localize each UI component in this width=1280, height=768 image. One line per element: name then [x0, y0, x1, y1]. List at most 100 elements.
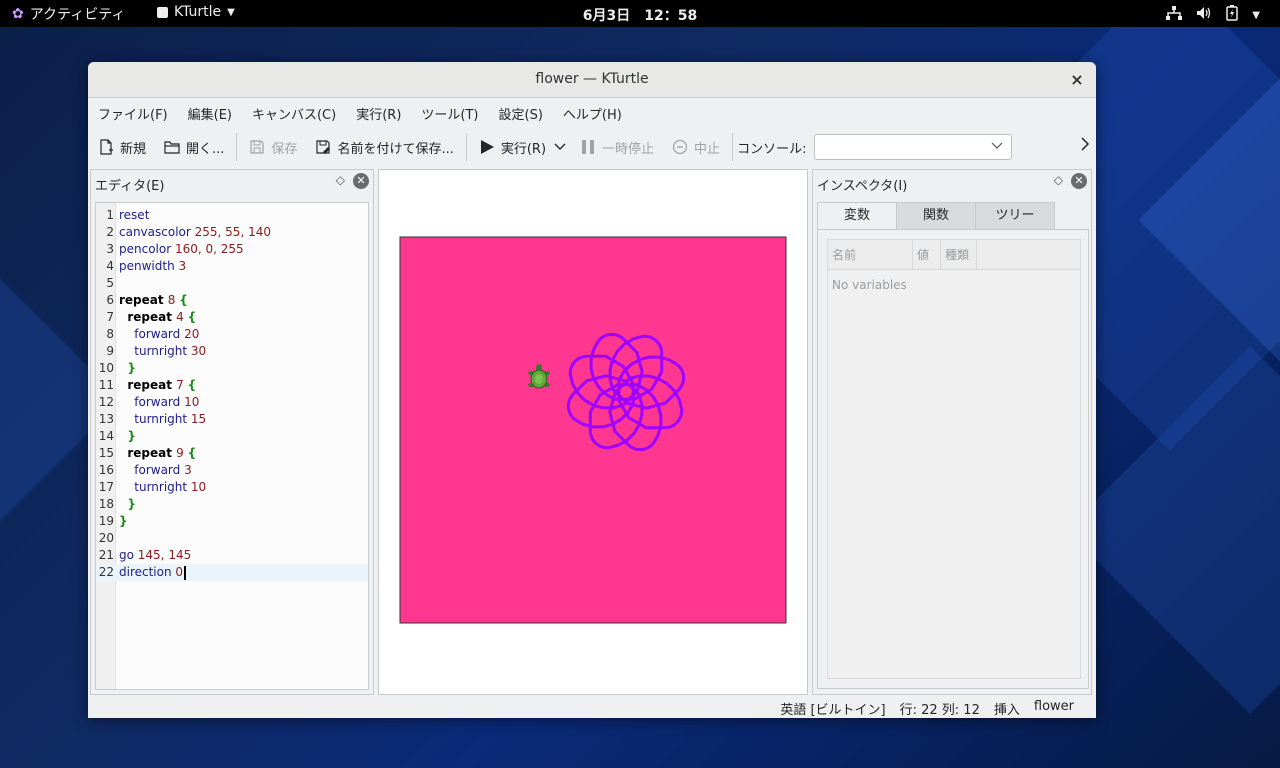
code-line[interactable]: 5	[96, 275, 368, 292]
menu-tools[interactable]: ツール(T)	[421, 104, 488, 123]
system-tray[interactable]: ▼	[1166, 5, 1260, 25]
column-header-value[interactable]: 値	[913, 240, 941, 270]
code-token: reset	[119, 208, 150, 222]
menu-help[interactable]: ヘルプ(H)	[563, 104, 632, 123]
code-line[interactable]: 20	[96, 530, 368, 547]
menu-file[interactable]: ファイル(F)	[98, 104, 178, 123]
editor-pane-title: エディタ(E)	[95, 179, 165, 194]
code-line[interactable]: 21 go 145, 145	[96, 547, 368, 564]
run-button-label: 実行(R)	[500, 141, 547, 157]
activities-button[interactable]: ✿ アクティビティ	[12, 4, 125, 24]
float-pane-button[interactable]: ◇	[336, 173, 345, 187]
code-token: {	[179, 293, 188, 307]
code-token: {	[187, 378, 197, 392]
code-token: 8	[167, 293, 180, 307]
code-token: forward	[119, 395, 185, 409]
save-button[interactable]: 保存	[249, 138, 297, 157]
close-icon: ✕	[356, 174, 366, 187]
inspector-pane-title: インスペクタ(I)	[817, 179, 908, 194]
code-token: forward	[119, 463, 185, 477]
line-number: 20	[98, 531, 114, 545]
new-button-label: 新規	[120, 141, 147, 157]
code-line[interactable]: 11 repeat 7 {	[96, 377, 368, 394]
code-line[interactable]: 19}	[96, 513, 368, 530]
window-close-button[interactable]: ×	[1066, 69, 1088, 91]
abort-button-label: 中止	[694, 141, 721, 157]
abort-button[interactable]: 中止	[672, 138, 720, 157]
line-text: }	[119, 360, 136, 377]
menu-canvas[interactable]: キャンバス(C)	[252, 104, 346, 123]
menu-settings[interactable]: 設定(S)	[499, 104, 553, 123]
code-token: }	[119, 361, 136, 375]
line-text: forward 3	[119, 462, 191, 479]
line-number: 5	[106, 276, 114, 290]
diamond-icon: ◇	[335, 173, 345, 187]
inspector-pane-close-button[interactable]: ✕	[1071, 173, 1087, 189]
line-number: 7	[106, 310, 114, 324]
code-line[interactable]: 9 turnright 30	[96, 343, 368, 360]
window-icon	[157, 6, 168, 18]
code-editor[interactable]: 1 reset 2 canvascolor 255, 55, 140 3 pencolor…	[95, 202, 369, 690]
code-token: 20	[184, 327, 200, 341]
chevron-down-icon: ▼	[1252, 9, 1260, 21]
save-as-button[interactable]: 名前を付けて保存...	[315, 138, 454, 157]
code-token: }	[119, 429, 136, 443]
line-text: direction 0	[119, 564, 187, 581]
code-line[interactable]: 14 }	[96, 428, 368, 445]
canvas-area	[399, 236, 787, 624]
tab-tree[interactable]: ツリー	[975, 202, 1055, 230]
code-line[interactable]: 12 forward 10	[96, 394, 368, 411]
code-line[interactable]: 18 }	[96, 496, 368, 513]
menu-edit[interactable]: 編集(E)	[188, 104, 242, 123]
console-input[interactable]	[814, 134, 1013, 160]
code-line[interactable]: 10 }	[96, 360, 368, 377]
save-icon	[249, 139, 265, 155]
pause-button[interactable]: 一時停止	[580, 138, 654, 157]
code-line[interactable]: 4 penwidth 3	[96, 258, 368, 275]
app-menu[interactable]: KTurtle ▼	[157, 4, 235, 20]
line-text: penwidth 3	[119, 258, 186, 275]
float-pane-button[interactable]: ◇	[1054, 173, 1063, 187]
editor-pane-close-button[interactable]: ✕	[353, 173, 369, 189]
canvas-pane[interactable]	[378, 169, 808, 695]
code-token: }	[119, 514, 128, 528]
run-button[interactable]: 実行(R)	[479, 138, 546, 157]
code-line[interactable]: 1 reset	[96, 207, 368, 224]
open-button[interactable]: 開く...	[164, 138, 224, 157]
code-line[interactable]: 15 repeat 9 {	[96, 445, 368, 462]
tab-variables[interactable]: 変数	[817, 202, 897, 230]
code-token: 15	[190, 412, 207, 426]
variables-table: 名前 値 種類 No variables	[827, 239, 1081, 679]
menu-run[interactable]: 実行(R)	[356, 104, 411, 123]
column-header-type[interactable]: 種類	[941, 240, 977, 270]
app-menu-label: KTurtle	[174, 4, 222, 20]
turtle-canvas	[399, 236, 787, 624]
code-line[interactable]: 6 repeat 8 {	[96, 292, 368, 309]
abort-icon	[672, 139, 688, 155]
code-line[interactable]: 3 pencolor 160, 0, 255	[96, 241, 368, 258]
clock[interactable]: 6月3日 12：58	[583, 8, 697, 24]
status-bar: 英語 [ビルトイン] 行: 22 列: 12 挿入 flower	[88, 696, 1096, 718]
save-button-label: 保存	[271, 141, 298, 157]
toolbar-overflow-button[interactable]	[1080, 136, 1090, 155]
code-token: 10	[184, 395, 200, 409]
line-text: }	[119, 428, 136, 445]
code-line[interactable]: 13 turnright 15	[96, 411, 368, 428]
code-line[interactable]: 16 forward 3	[96, 462, 368, 479]
pause-button-label: 一時停止	[602, 141, 655, 157]
code-line[interactable]: 2 canvascolor 255, 55, 140	[96, 224, 368, 241]
code-line[interactable]: 8 forward 20	[96, 326, 368, 343]
editor-pane: エディタ(E) ◇ ✕ 1 reset 2 canvascolor 255, 55, …	[90, 169, 374, 695]
code-line[interactable]: 7 repeat 4 {	[96, 309, 368, 326]
code-line[interactable]: 22 direction 0	[96, 564, 368, 581]
line-number: 10	[98, 361, 114, 375]
close-icon: ✕	[1074, 174, 1084, 187]
line-text: repeat 8 {	[119, 292, 188, 309]
code-line[interactable]: 17 turnright 10	[96, 479, 368, 496]
code-lines: 1 reset 2 canvascolor 255, 55, 140 3 pencolor…	[96, 207, 368, 581]
code-token: pencolor	[119, 242, 175, 256]
run-speed-dropdown[interactable]	[554, 140, 566, 155]
new-button[interactable]: 新規	[98, 138, 146, 157]
tab-functions[interactable]: 関数	[896, 202, 976, 230]
column-header-name[interactable]: 名前	[828, 240, 913, 270]
